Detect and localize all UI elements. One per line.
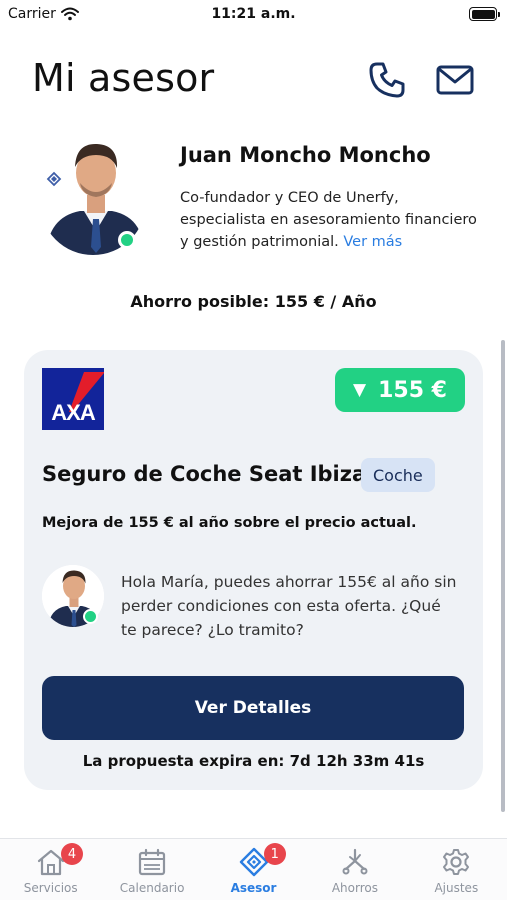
svg-text:AXA: AXA xyxy=(51,400,96,425)
view-details-button[interactable]: Ver Detalles xyxy=(42,676,464,740)
header-actions xyxy=(367,60,475,100)
settings-icon xyxy=(443,849,470,875)
see-more-link[interactable]: Ver más xyxy=(343,234,402,250)
calendar-icon xyxy=(139,848,166,876)
phone-icon xyxy=(369,62,405,98)
advisor-profile: Juan Moncho Moncho Co-fundador y CEO de … xyxy=(40,135,483,260)
status-time: 11:21 a.m. xyxy=(211,6,296,22)
tab-label: Ahorros xyxy=(331,881,378,895)
tab-badge: 4 xyxy=(61,843,83,865)
advisor-message: Hola María, puedes ahorrar 155€ al año s… xyxy=(121,573,457,639)
call-button[interactable] xyxy=(367,60,407,100)
tab-ajustes[interactable]: Ajustes xyxy=(406,839,507,900)
tab-badge: 1 xyxy=(263,843,286,865)
header: Mi asesor xyxy=(32,56,475,106)
online-status-dot xyxy=(83,609,98,624)
mail-icon xyxy=(436,65,474,95)
axa-logo: AXA xyxy=(42,368,104,430)
tab-bar: 4 Servicios Calendario 1 Asesor Ahorros … xyxy=(0,838,507,900)
advisor-avatar[interactable] xyxy=(40,135,146,255)
email-button[interactable] xyxy=(435,60,475,100)
savings-icon xyxy=(342,848,368,875)
advisor-description: Co-fundador y CEO de Unerfy, especialist… xyxy=(180,187,485,253)
down-arrow-icon: ▼ xyxy=(353,380,367,400)
message-avatar xyxy=(42,565,104,627)
category-chip: Coche xyxy=(361,458,435,492)
tab-ahorros[interactable]: Ahorros xyxy=(304,839,405,900)
tab-asesor[interactable]: 1 Asesor xyxy=(203,839,304,900)
insurer-logo: AXA xyxy=(42,368,104,430)
battery-icon xyxy=(469,7,500,21)
tab-label: Calendario xyxy=(119,881,185,895)
improvement-text: Mejora de 155 € al año sobre el precio a… xyxy=(42,515,417,531)
savings-amount: 155 € xyxy=(378,377,447,403)
status-bar: Carrier 11:21 a.m. xyxy=(0,0,507,28)
advisor-name: Juan Moncho Moncho xyxy=(180,143,431,167)
tab-label: Ajustes xyxy=(434,881,479,895)
tab-servicios[interactable]: 4 Servicios xyxy=(0,839,101,900)
tab-label: Asesor xyxy=(230,881,277,895)
policy-title: Seguro de Coche Seat Ibiza xyxy=(42,462,367,486)
savings-badge: ▼ 155 € xyxy=(335,368,465,412)
possible-savings: Ahorro posible: 155 € / Año xyxy=(130,292,377,311)
offer-card[interactable]: AXA ▼ 155 € Seguro de Coche Seat Ibiza C… xyxy=(24,350,483,790)
tab-label: Servicios xyxy=(23,881,78,895)
scrollbar[interactable] xyxy=(501,340,505,812)
online-status-dot xyxy=(118,231,136,249)
advisor-description-text: Co-fundador y CEO de Unerfy, especialist… xyxy=(180,190,477,250)
expiry-countdown: La propuesta expira en: 7d 12h 33m 41s xyxy=(82,752,425,770)
tab-calendario[interactable]: Calendario xyxy=(101,839,202,900)
